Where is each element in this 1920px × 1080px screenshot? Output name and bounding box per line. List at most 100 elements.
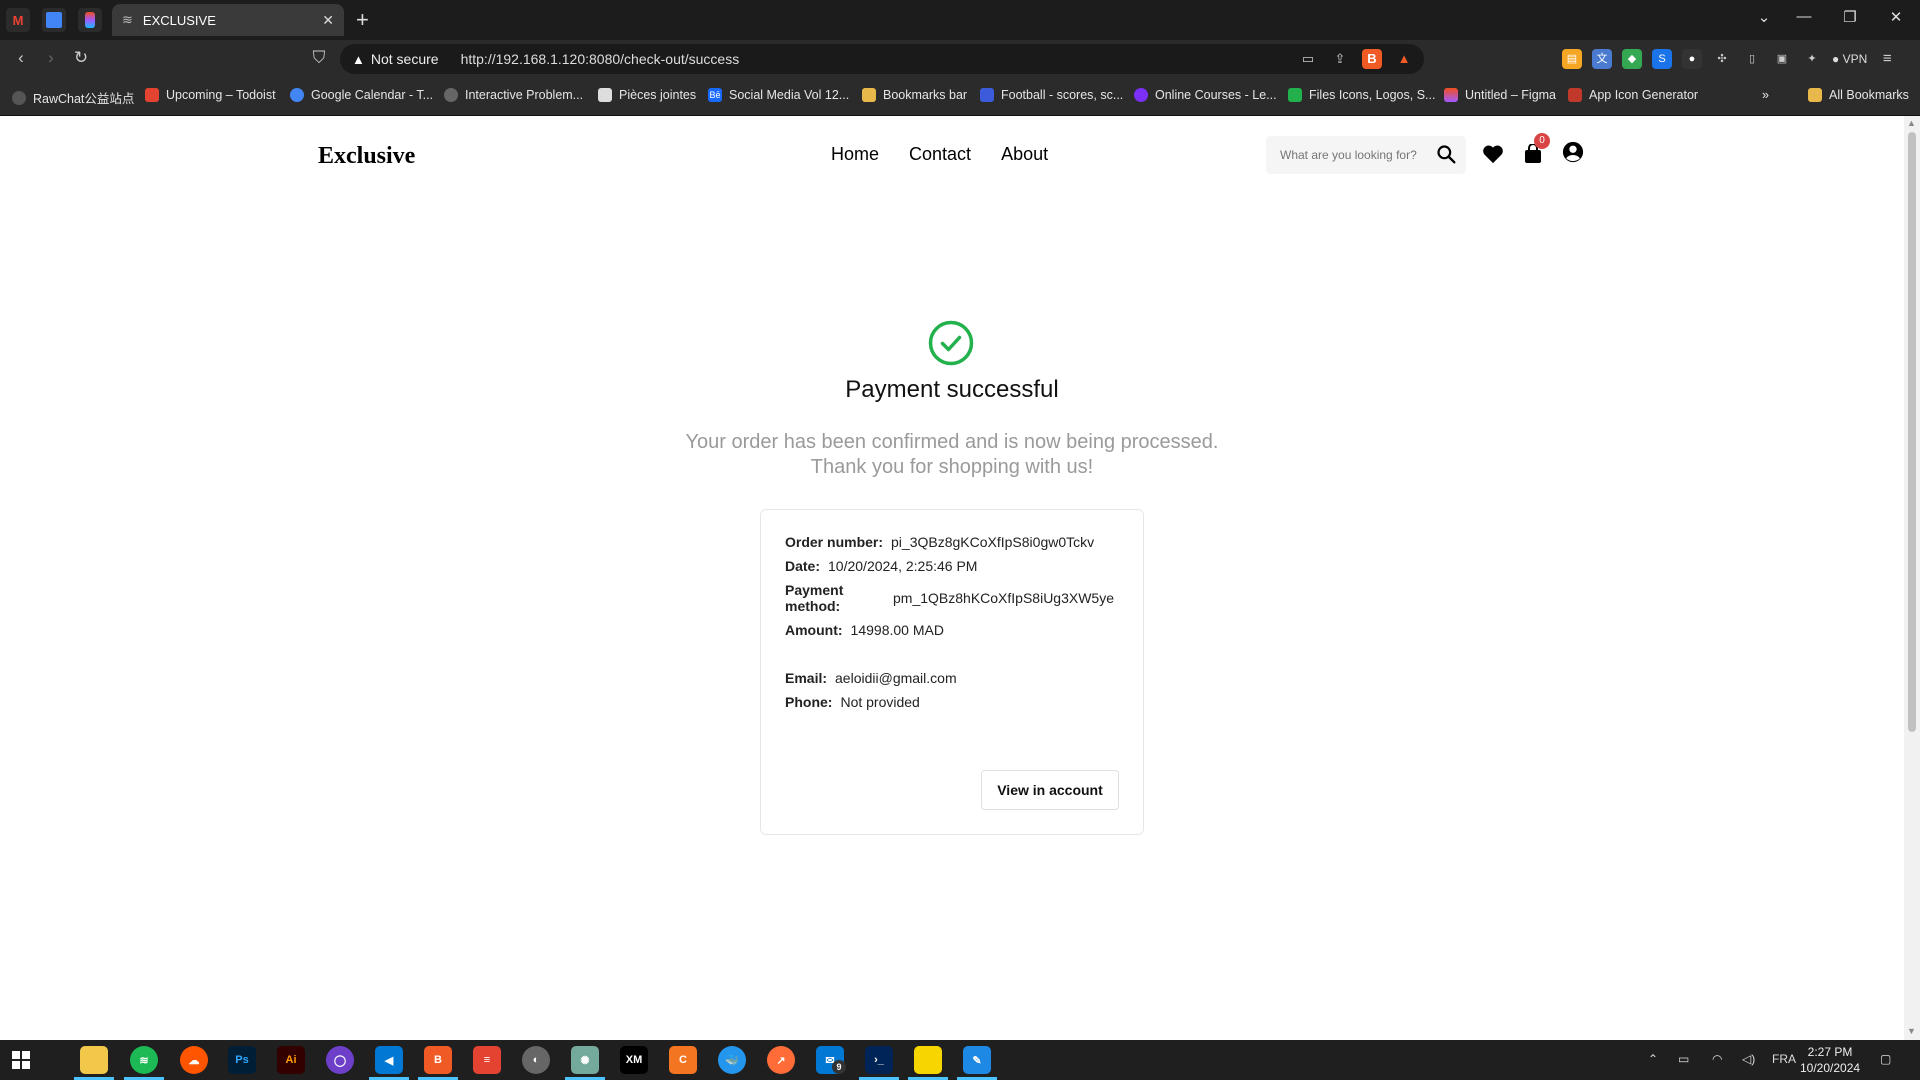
tray-chevron-icon[interactable]: ⌃ [1648, 1052, 1658, 1066]
not-secure-label[interactable]: Not secure [371, 51, 439, 67]
bookmark-item[interactable]: Bē Social Media Vol 12... [708, 88, 849, 102]
sticky-notes-icon[interactable] [914, 1046, 942, 1074]
bookmark-item[interactable]: Football - scores, sc... [980, 88, 1123, 102]
page-viewport: Exclusive Home Contact About 0 Pay [0, 116, 1904, 1040]
brave-browser-icon[interactable]: B [424, 1046, 452, 1074]
search-icon[interactable] [1436, 144, 1456, 164]
bookmark-item[interactable]: Interactive Problem... [444, 88, 583, 102]
payment-method-row: Payment method: pm_1QBz8hKCoXfIpS8iUg3XW… [785, 582, 1119, 614]
leo-ai-icon[interactable]: ✦ [1802, 49, 1822, 69]
bookmark-item[interactable]: RawChat公益站点 [12, 88, 134, 107]
docker-icon[interactable]: 🐳 [718, 1046, 746, 1074]
github-desktop-icon[interactable]: ◯ [326, 1046, 354, 1074]
tab-search-chevron-icon[interactable]: ⌄ [1752, 8, 1776, 26]
nav-contact[interactable]: Contact [909, 144, 971, 165]
bookmark-label: Untitled – Figma [1465, 88, 1557, 102]
all-bookmarks-folder[interactable]: All Bookmarks [1808, 88, 1909, 102]
wishlist-button[interactable] [1480, 141, 1506, 167]
bookmark-item[interactable]: Upcoming – Todoist [145, 88, 276, 102]
file-explorer-icon[interactable] [80, 1046, 108, 1074]
postman-icon[interactable]: ↗ [767, 1046, 795, 1074]
url-text[interactable]: http://192.168.1.120:8080/check-out/succ… [461, 51, 740, 67]
bookmark-item[interactable]: Files Icons, Logos, S... [1288, 88, 1435, 102]
site-logo[interactable]: Exclusive [318, 143, 415, 170]
dark-extension-icon[interactable]: ● [1682, 49, 1702, 69]
bookmark-item[interactable]: App Icon Generator [1568, 88, 1698, 102]
close-window-button[interactable]: ✕ [1884, 8, 1908, 26]
language-indicator[interactable]: FRA [1772, 1052, 1796, 1066]
bookmark-item[interactable]: Online Courses - Le... [1134, 88, 1277, 102]
back-button[interactable]: ‹ [10, 48, 32, 68]
color-picker-extension-icon[interactable]: ◆ [1622, 49, 1642, 69]
wallet-icon[interactable]: ▣ [1772, 49, 1792, 69]
outlook-icon[interactable]: ✉ 9 [816, 1046, 846, 1074]
xm-icon[interactable]: XM [620, 1046, 648, 1074]
windows-start-icon[interactable] [12, 1051, 30, 1069]
shazam-extension-icon[interactable]: S [1652, 49, 1672, 69]
menu-icon[interactable]: ≡ [1877, 49, 1897, 69]
extensions-puzzle-icon[interactable]: ✣ [1712, 49, 1732, 69]
address-bar[interactable]: ▲ Not secure http://192.168.1.120:8080/c… [340, 44, 1424, 74]
figma-pinned-tab[interactable] [78, 8, 102, 32]
tab-close-icon[interactable]: ✕ [322, 12, 334, 29]
view-in-account-button[interactable]: View in account [981, 770, 1119, 810]
windows-taskbar: ≋ ☁ Ps Ai ◯ ◀ B ≡ ◐ ✺ XM C 🐳 ↗ ✉ 9 ›_ ✎ ⌃… [0, 1040, 1920, 1080]
browser-tab-bar: M ≋ EXCLUSIVE ✕ + ⌄ — ❐ ✕ [0, 0, 1920, 40]
illustrator-icon[interactable]: Ai [277, 1046, 305, 1074]
brave-rewards-icon[interactable]: ▲ [1394, 49, 1414, 69]
globe-app-icon[interactable]: ◐ [522, 1046, 550, 1074]
more-bookmarks-chevron-icon[interactable]: » [1762, 88, 1769, 102]
bookmark-label: Google Calendar - T... [311, 88, 434, 102]
bookmark-label: Bookmarks bar [883, 88, 968, 102]
search-input[interactable] [1280, 148, 1430, 162]
nav-home[interactable]: Home [831, 144, 879, 165]
scroll-up-icon[interactable]: ▲ [1907, 118, 1916, 128]
reader-mode-icon[interactable]: ▭ [1298, 49, 1318, 69]
translate-extension-icon[interactable]: 文 [1592, 49, 1612, 69]
share-icon[interactable]: ⇪ [1330, 49, 1350, 69]
extension-icon[interactable]: ▤ [1562, 49, 1582, 69]
paint-app-icon[interactable]: ✎ [963, 1046, 991, 1074]
active-tab[interactable]: ≋ EXCLUSIVE ✕ [112, 4, 344, 36]
photoshop-icon[interactable]: Ps [228, 1046, 256, 1074]
bookmark-icon[interactable]: ⛉ [308, 48, 330, 68]
system-clock[interactable]: 2:27 PM 10/20/2024 [1800, 1044, 1860, 1076]
cart-button[interactable]: 0 [1520, 133, 1550, 167]
bookmark-item[interactable]: Pièces jointes [598, 88, 696, 102]
new-tab-button[interactable]: + [356, 8, 369, 32]
browser-toolbar: ‹ › ↻ ⛉ ▲ Not secure http://192.168.1.12… [0, 40, 1920, 78]
page-scrollbar[interactable]: ▲ ▼ [1904, 116, 1920, 1040]
message-line: Thank you for shopping with us! [810, 456, 1094, 478]
battery-icon[interactable]: ▭ [1678, 1052, 1689, 1066]
email-value: aeloidii@gmail.com [835, 670, 957, 686]
soundcloud-icon[interactable]: ☁ [180, 1046, 208, 1074]
bookmark-label: All Bookmarks [1829, 88, 1909, 102]
bookmark-item[interactable]: Untitled – Figma [1444, 88, 1556, 102]
chatgpt-icon[interactable]: ✺ [571, 1046, 599, 1074]
vscode-icon[interactable]: ◀ [375, 1046, 403, 1074]
powershell-icon[interactable]: ›_ [865, 1046, 893, 1074]
crunchyroll-icon[interactable]: C [669, 1046, 697, 1074]
todoist-icon[interactable]: ≡ [473, 1046, 501, 1074]
scroll-down-icon[interactable]: ▼ [1907, 1026, 1916, 1036]
minimize-button[interactable]: — [1792, 8, 1816, 25]
notifications-icon[interactable]: ▢ [1880, 1052, 1891, 1066]
bookmark-folder[interactable]: Bookmarks bar [862, 88, 967, 102]
scrollbar-thumb[interactable] [1908, 132, 1916, 732]
nav-about[interactable]: About [1001, 144, 1048, 165]
restore-button[interactable]: ❐ [1838, 8, 1862, 26]
calendar-pinned-tab[interactable] [42, 8, 66, 32]
reload-button[interactable]: ↻ [70, 48, 92, 68]
clock-time: 2:27 PM [1807, 1045, 1853, 1059]
bookmark-label: Pièces jointes [619, 88, 697, 102]
spotify-icon[interactable]: ≋ [130, 1046, 158, 1074]
sidebar-icon[interactable]: ▯ [1742, 49, 1762, 69]
vpn-button[interactable]: ● VPN [1832, 52, 1867, 66]
volume-icon[interactable]: ◁) [1742, 1052, 1755, 1066]
gmail-pinned-tab[interactable]: M [6, 8, 30, 32]
brave-shields-icon[interactable]: B [1362, 49, 1382, 69]
account-button[interactable] [1560, 139, 1586, 165]
bookmark-item[interactable]: Google Calendar - T... [290, 88, 433, 102]
wifi-icon[interactable]: ◠ [1712, 1052, 1722, 1066]
forward-button[interactable]: › [40, 48, 62, 68]
